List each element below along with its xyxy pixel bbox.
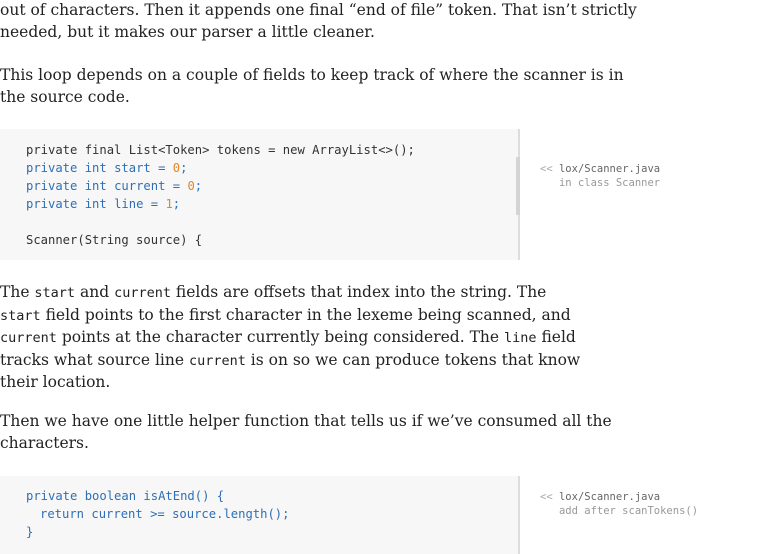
code-block-fields: private final List<Token> tokens = new A… [0,129,520,260]
code-operator: = [150,161,173,175]
code-line: Scanner(String source) { [26,233,203,247]
code-keyword: private int [26,179,115,193]
paragraph-line: the source code. [0,87,130,106]
code-line: } [26,525,34,539]
file-link[interactable]: lox/Scanner.java [559,163,660,175]
code-expression: current >= source.length(); [91,507,290,521]
text-run: fields are offsets that index into the s… [170,283,547,301]
code-number: 0 [187,179,195,193]
code-keyword: private int [26,197,115,211]
inline-code: current [188,352,246,369]
paragraph-helper: Then we have one little helper function … [0,411,612,454]
paragraph-line: out of characters. Then it appends one f… [0,1,637,19]
text-run: points at the character currently being … [56,328,504,346]
paragraph-line: their location. [0,373,111,391]
code-punct: ; [172,197,181,211]
inline-code: line [504,330,537,346]
paragraph-intro: out of characters. Then it appends one f… [0,0,637,43]
inline-code: start [0,307,41,324]
code-line: private int line = 1; [26,195,180,213]
paragraph-line: characters. [0,433,89,452]
text-run: tracks what source line [0,350,189,369]
code-line: private boolean isAtEnd() { [26,489,225,503]
paragraph-fields: The start and current fields are offsets… [0,282,580,394]
text-run: The [0,283,35,301]
paragraph-line: current points at the character currentl… [0,327,576,350]
paragraph-line: This loop depends on a couple of fields … [0,66,624,84]
code-number: 0 [172,161,181,175]
code-punct: ; [180,161,188,175]
inline-code: current [0,330,57,346]
code-number: 1 [165,197,173,211]
code-line: private int current = 0; [26,177,202,195]
text-run: field points to the first character in t… [40,305,571,324]
code-identifier: line [114,197,144,211]
code-identifier: start [114,161,151,175]
inline-code: start [34,285,76,301]
code-insert-marker [516,157,520,215]
code-block-rail [518,476,520,554]
code-operator: = [143,197,166,211]
text-run: is on so we can produce tokens that know [245,350,581,369]
code-punct: ; [194,179,203,193]
paragraph-line: Then we have one little helper function … [0,412,612,430]
paragraph-line: start field points to the first characte… [0,305,571,328]
paragraph-line: tracks what source line current is on so… [0,350,580,373]
code-block-isatend: private boolean isAtEnd() { return curre… [0,476,520,554]
code-line: private final List<Token> tokens = new A… [26,143,415,157]
code-location-note: << lox/Scanner.java add after scanTokens… [540,490,698,518]
chevron-left-icon: << [540,491,553,503]
code-keyword: private int [26,161,115,175]
code-location-note: << lox/Scanner.java in class Scanner [540,162,660,190]
paragraph-line: needed, but it makes our parser a little… [0,22,375,41]
chevron-left-icon: << [540,163,553,175]
code-identifier: current [114,179,166,193]
text-run: and [75,283,115,301]
location-detail: add after scanTokens() [558,505,699,517]
location-detail: in class Scanner [558,177,661,189]
paragraph-line: The start and current fields are offsets… [0,282,546,305]
file-link[interactable]: lox/Scanner.java [559,491,660,503]
code-line: private int start = 0; [26,159,187,177]
code-operator: = [165,179,188,193]
code-line: return current >= source.length(); [40,505,290,523]
inline-code: current [114,285,171,301]
text-run: field [536,328,576,346]
code-keyword: return [40,507,92,521]
paragraph-loop: This loop depends on a couple of fields … [0,65,624,108]
